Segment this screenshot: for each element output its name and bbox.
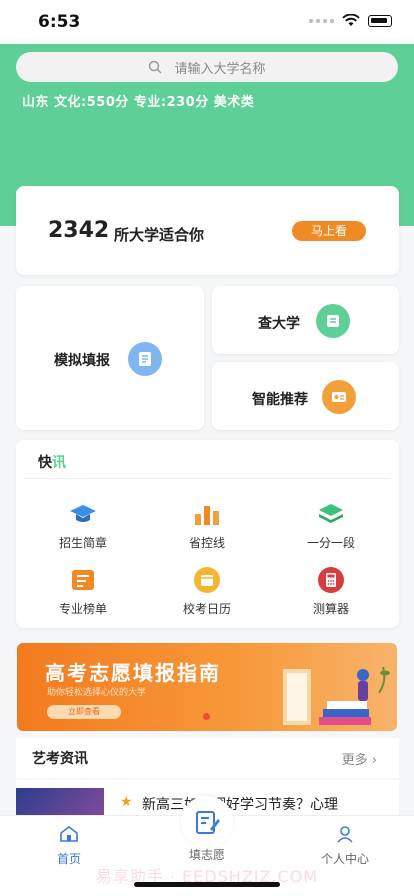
banner-title: 高考志愿填报指南: [45, 661, 221, 685]
tab-profile[interactable]: 个人中心: [300, 822, 390, 867]
match-count: 2342: [48, 218, 110, 243]
home-icon: [24, 822, 114, 846]
battery-icon: [368, 14, 392, 27]
fill-application-button[interactable]: [181, 796, 233, 848]
document-icon: [316, 304, 350, 338]
simulate-fill-label: 模拟填报: [54, 353, 110, 369]
quick-news-card: 快讯 招生简章 省控线 一分一段 专业榜单 校考日历 测算器: [16, 440, 399, 628]
star-icon: ★: [120, 794, 133, 810]
status-bar: 6:53: [0, 0, 414, 44]
smart-recommend-card[interactable]: 智能推荐: [212, 362, 399, 430]
grid-item-calculator[interactable]: 测算器: [276, 566, 386, 617]
carousel-indicator-dot[interactable]: [203, 713, 210, 720]
list-icon: [69, 566, 97, 594]
status-icons: [309, 14, 392, 27]
edit-document-icon: [196, 811, 220, 834]
notebook-icon: [128, 342, 162, 376]
home-indicator[interactable]: [134, 882, 280, 887]
calculator-icon: [317, 566, 345, 594]
status-time: 6:53: [38, 12, 81, 32]
tab-fill[interactable]: 填志愿: [162, 846, 252, 863]
search-bar[interactable]: 请输入大学名称: [16, 52, 398, 82]
check-university-label: 查大学: [258, 316, 300, 332]
art-news-header: 艺考资讯 更多 ›: [16, 738, 399, 778]
article-title: 新高三如何调好学习节奏？心理: [142, 797, 338, 813]
id-card-icon: [322, 380, 356, 414]
tab-fill-label: 填志愿: [188, 848, 225, 862]
more-link[interactable]: 更多 ›: [342, 749, 377, 768]
score-profile[interactable]: 山东 文化:550分 专业:230分 美术类: [22, 91, 254, 110]
grid-item-provincial-line[interactable]: 省控线: [152, 500, 262, 551]
layers-icon: [317, 500, 345, 528]
search-input[interactable]: 请输入大学名称: [174, 58, 265, 77]
art-news-title: 艺考资讯: [32, 751, 88, 767]
grid-item-admission-guide[interactable]: 招生简章: [28, 500, 138, 551]
wifi-icon: [342, 14, 360, 26]
grid-item-exam-calendar[interactable]: 校考日历: [152, 566, 262, 617]
simulate-fill-card[interactable]: 模拟填报: [16, 286, 204, 430]
signal-icon: [309, 18, 334, 23]
quick-news-title: 快讯: [38, 455, 66, 471]
books-illustration: [283, 666, 390, 725]
banner-subtitle: 助你轻松选择心仪的大学: [47, 688, 147, 698]
grid-item-score-ranking[interactable]: 一分一段: [276, 500, 386, 551]
tab-home[interactable]: 首页: [24, 822, 114, 867]
check-university-card[interactable]: 查大学: [212, 286, 399, 354]
grid-item-major-ranking[interactable]: 专业榜单: [28, 566, 138, 617]
calendar-icon: [193, 566, 221, 594]
banner-view-button[interactable]: 立即查看: [47, 705, 121, 719]
view-now-button[interactable]: 马上看: [292, 221, 366, 241]
match-card: 2342 所大学适合你 马上看: [16, 186, 399, 275]
search-icon: [149, 60, 163, 74]
smart-recommend-label: 智能推荐: [252, 392, 308, 408]
match-text: 所大学适合你: [114, 226, 205, 244]
user-icon: [300, 822, 390, 846]
chevron-right-icon: ›: [371, 753, 377, 768]
divider: [24, 478, 391, 479]
graduation-cap-icon: [69, 500, 97, 528]
bar-chart-icon: [193, 500, 221, 528]
